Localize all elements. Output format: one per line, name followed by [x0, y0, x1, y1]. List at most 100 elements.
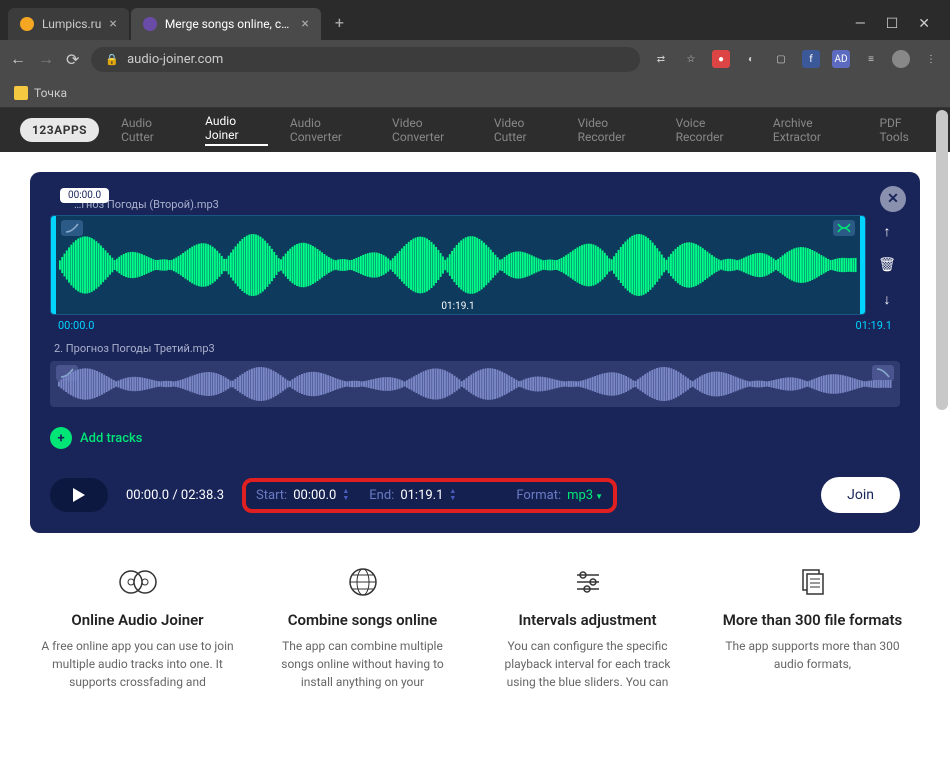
end-value: 01:19.1: [400, 488, 443, 503]
start-value: 00:00.0: [293, 488, 336, 503]
nav-video-cutter[interactable]: Video Cutter: [494, 116, 556, 144]
move-down-button[interactable]: ↓: [874, 286, 900, 312]
waveform-display: [59, 234, 857, 296]
close-window-icon[interactable]: ✕: [918, 16, 930, 32]
editor-controls: 00:00.0 / 02:38.3 Start: 00:00.0 ▲▼ End:…: [50, 477, 900, 513]
feature-desc: You can configure the specific playback …: [490, 637, 685, 691]
plus-icon: +: [50, 427, 72, 449]
url-text: audio-joiner.com: [127, 52, 223, 67]
tab-title: Lumpics.ru: [42, 17, 101, 31]
documents-icon: [715, 563, 910, 601]
ext-icon-4[interactable]: f: [802, 50, 820, 68]
join-button[interactable]: Join: [821, 477, 900, 513]
minimize-icon[interactable]: —: [855, 16, 866, 32]
delete-track-button[interactable]: 🗑: [874, 252, 900, 278]
close-tab-icon[interactable]: ×: [301, 16, 308, 32]
end-time-field[interactable]: End: 01:19.1 ▲▼: [369, 488, 456, 503]
maximize-icon[interactable]: ☐: [886, 16, 899, 32]
nav-video-converter[interactable]: Video Converter: [392, 116, 472, 144]
feature-desc: The app can combine multiple songs onlin…: [265, 637, 460, 691]
playhead-time-badge: 00:00.0: [60, 188, 109, 203]
bookmark-item[interactable]: Точка: [34, 86, 67, 100]
site-logo[interactable]: 123APPS: [20, 118, 99, 142]
add-tracks-button[interactable]: + Add tracks: [50, 427, 142, 449]
features-row: Online Audio Joiner A free online app yo…: [30, 563, 920, 691]
format-value: mp3: [567, 488, 603, 503]
bookmarks-bar: Точка: [0, 78, 950, 108]
nav-audio-joiner[interactable]: Audio Joiner: [205, 114, 268, 146]
format-selector[interactable]: Format: mp3: [516, 488, 603, 503]
browser-tab[interactable]: Lumpics.ru ×: [8, 8, 129, 40]
add-tracks-label: Add tracks: [80, 431, 142, 446]
discs-icon: [40, 563, 235, 601]
forward-button[interactable]: →: [38, 49, 54, 69]
feature-desc: The app supports more than 300 audio for…: [715, 637, 910, 673]
star-icon[interactable]: ☆: [682, 50, 700, 68]
feature-card: More than 300 file formats The app suppo…: [715, 563, 910, 691]
time-display: 00:00.0 / 02:38.3: [126, 488, 224, 503]
feature-title: More than 300 file formats: [715, 611, 910, 629]
extension-icons: ⇄ ☆ ● ◐ ▢ f AD ≡ ⋮: [652, 50, 940, 68]
audio-editor: ✕ 00:00.0 …гноз Погоды (Второй).mp3: [30, 172, 920, 533]
start-time-field[interactable]: Start: 00:00.0 ▲▼: [256, 488, 349, 503]
feature-card: Combine songs online The app can combine…: [265, 563, 460, 691]
profile-avatar[interactable]: [892, 50, 910, 68]
folder-icon: [14, 86, 28, 100]
track1-filename: …гноз Погоды (Второй).mp3: [74, 198, 900, 211]
window-controls: — ☐ ✕: [843, 16, 942, 40]
site-nav: 123APPS Audio Cutter Audio Joiner Audio …: [0, 108, 950, 152]
browser-tab-active[interactable]: Merge songs online, combine mp… ×: [131, 8, 321, 40]
new-tab-button[interactable]: +: [323, 5, 356, 40]
stepper-icon[interactable]: ▲▼: [449, 488, 456, 502]
favicon-icon: [143, 17, 157, 31]
page-content: ✕ 00:00.0 …гноз Погоды (Второй).mp3: [0, 152, 950, 711]
track-side-controls: ↑ 🗑 ↓: [874, 218, 900, 312]
highlighted-params: Start: 00:00.0 ▲▼ End: 01:19.1 ▲▼ Format…: [242, 478, 617, 513]
ext-icon-5[interactable]: AD: [832, 50, 850, 68]
browser-tab-strip: Lumpics.ru × Merge songs online, combine…: [0, 0, 950, 40]
favicon-icon: [20, 17, 34, 31]
ext-icon-1[interactable]: ●: [712, 50, 730, 68]
track1-waveform[interactable]: 01:19.1: [50, 215, 866, 315]
nav-audio-cutter[interactable]: Audio Cutter: [121, 116, 183, 144]
end-label: End:: [369, 488, 394, 503]
ext-icon-2[interactable]: ◐: [742, 50, 760, 68]
globe-icon: [265, 563, 460, 601]
page-scrollbar[interactable]: [936, 110, 948, 410]
move-up-button[interactable]: ↑: [874, 218, 900, 244]
nav-archive-extractor[interactable]: Archive Extractor: [773, 116, 858, 144]
nav-audio-converter[interactable]: Audio Converter: [290, 116, 370, 144]
feature-title: Combine songs online: [265, 611, 460, 629]
feature-desc: A free online app you can use to join mu…: [40, 637, 235, 691]
nav-pdf-tools[interactable]: PDF Tools: [879, 116, 930, 144]
tab-title: Merge songs online, combine mp…: [165, 17, 294, 31]
track1-duration: 01:19.1: [441, 301, 474, 312]
feature-title: Intervals adjustment: [490, 611, 685, 629]
menu-icon[interactable]: ⋮: [922, 50, 940, 68]
range-end-label: 01:19.1: [856, 319, 892, 332]
feature-title: Online Audio Joiner: [40, 611, 235, 629]
play-button[interactable]: [50, 478, 108, 512]
start-label: Start:: [256, 488, 287, 503]
feature-card: Online Audio Joiner A free online app yo…: [40, 563, 235, 691]
close-tab-icon[interactable]: ×: [109, 16, 116, 32]
sliders-icon: [490, 563, 685, 601]
feature-card: Intervals adjustment You can configure t…: [490, 563, 685, 691]
lock-icon: 🔒: [105, 53, 119, 66]
translate-icon[interactable]: ⇄: [652, 50, 670, 68]
track2-waveform[interactable]: [50, 361, 900, 407]
browser-toolbar: ← → ⟳ 🔒 audio-joiner.com ⇄ ☆ ● ◐ ▢ f AD …: [0, 40, 950, 78]
ext-icon-3[interactable]: ▢: [772, 50, 790, 68]
nav-voice-recorder[interactable]: Voice Recorder: [676, 116, 751, 144]
waveform-display: [58, 367, 892, 401]
back-button[interactable]: ←: [10, 49, 26, 69]
nav-video-recorder[interactable]: Video Recorder: [578, 116, 654, 144]
reload-button[interactable]: ⟳: [66, 50, 79, 69]
range-start-label: 00:00.0: [58, 319, 94, 332]
reading-list-icon[interactable]: ≡: [862, 50, 880, 68]
address-bar[interactable]: 🔒 audio-joiner.com: [91, 47, 640, 72]
stepper-icon[interactable]: ▲▼: [342, 488, 349, 502]
format-label: Format:: [516, 488, 561, 503]
track2-filename: 2. Прогноз Погоды Третий.mp3: [54, 342, 900, 355]
time-range-labels: 00:00.0 01:19.1: [58, 319, 892, 332]
